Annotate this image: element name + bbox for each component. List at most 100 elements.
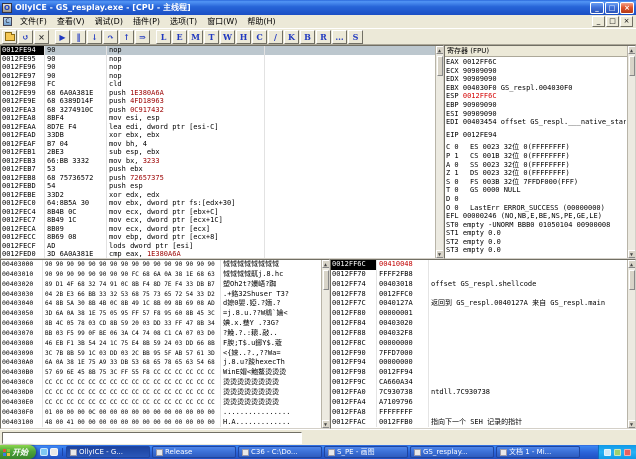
dump-row[interactable]: 004030A0 6A 0A 38 1E 75 A9 33 DB 53 68 65… bbox=[1, 358, 321, 369]
taskbar-task[interactable]: OllyICE - G... bbox=[66, 446, 150, 458]
security-icon[interactable] bbox=[624, 448, 631, 456]
scroll-up-icon[interactable]: ▲ bbox=[435, 46, 443, 54]
disasm-row[interactable]: 0012FED0 3D 6A0A381E cmp eax, 1E380A6A bbox=[1, 250, 435, 258]
scroll-up-icon[interactable]: ▲ bbox=[627, 46, 635, 54]
dump-row[interactable]: 00403080 46 EB F1 3B 54 24 1C 75 E4 8B 59… bbox=[1, 338, 321, 349]
register-edx[interactable]: EDX 90909090 bbox=[446, 75, 626, 84]
memory-dump-pane[interactable]: 00403000 90 90 90 90 90 90 90 90 90 90 90… bbox=[0, 259, 330, 429]
taskbar-task[interactable]: GS_resplay... bbox=[410, 446, 494, 458]
breakpoints-button[interactable]: B bbox=[300, 29, 315, 44]
internet-explorer-icon[interactable] bbox=[40, 448, 48, 456]
disasm-row[interactable]: 0012FEB7 53 push ebx bbox=[1, 165, 435, 174]
log-window-button[interactable]: L bbox=[156, 29, 171, 44]
dump-row[interactable]: 00403010 90 90 90 90 90 90 90 90 FC 68 6A… bbox=[1, 269, 321, 280]
dump-row[interactable]: 00403070 BB 03 F5 99 0F BE 06 3A C4 74 08… bbox=[1, 328, 321, 339]
disasm-row[interactable]: 0012FECF AD lods dword ptr [esi] bbox=[1, 241, 435, 250]
stack-pane[interactable]: 0012FF6C 00410048 0012FF70 FFFF2FB8 0012FF74… bbox=[330, 259, 636, 429]
dump-row[interactable]: 00403090 3C 7B 8B 59 1C 03 DD 03 2C BB 95… bbox=[1, 348, 321, 359]
flag-line[interactable]: P 1 CS 001B 32位 0(FFFFFFFF) bbox=[446, 152, 626, 161]
network-icon[interactable] bbox=[614, 448, 621, 456]
mdi-close-button[interactable]: × bbox=[620, 16, 633, 27]
stack-row[interactable]: 0012FF7C 0040127A 返回到 GS_respl.0040127A 来自… bbox=[331, 299, 627, 310]
menu-item-2[interactable]: 调试(D) bbox=[90, 16, 128, 27]
menu-item-1[interactable]: 查看(V) bbox=[52, 16, 90, 27]
dump-row[interactable]: 004030D0 CC CC CC CC CC CC CC CC CC CC CC… bbox=[1, 387, 321, 398]
stack-row[interactable]: 0012FFAC 0012FFB0 指向下一个 SEH 记录的指针 bbox=[331, 417, 627, 428]
disassembly-pane[interactable]: 0012FE94 90 nop 0012FE95 90 nop 0012FE96 90 nop 0… bbox=[0, 45, 444, 259]
scroll-up-icon[interactable]: ▲ bbox=[321, 260, 329, 268]
taskbar-task[interactable]: 文档 1 - Mi... bbox=[496, 446, 580, 458]
dump-row[interactable]: 004030E0 CC CC CC CC CC CC CC CC CC CC CC… bbox=[1, 397, 321, 408]
cpu-button[interactable]: C bbox=[252, 29, 267, 44]
step-over-icon[interactable]: ↷ bbox=[103, 29, 118, 44]
disasm-row[interactable]: 0012FEB1 2BE3 sub esp, ebx bbox=[1, 148, 435, 157]
stack-row[interactable]: 0012FF88 004032F8 bbox=[331, 328, 627, 339]
memory-map-button[interactable]: M bbox=[188, 29, 203, 44]
disasm-row[interactable]: 0012FEA8 8BF4 mov esi, esp bbox=[1, 114, 435, 123]
flag-line[interactable]: O 0 LastErr ERROR_SUCCESS (00000000) bbox=[446, 204, 626, 213]
stack-row[interactable]: 0012FFA0 7C930738 ntdll.7C930738 bbox=[331, 387, 627, 398]
disasm-row[interactable]: 0012FE95 90 nop bbox=[1, 54, 435, 63]
dump-row[interactable]: 004030C0 CC CC CC CC CC CC CC CC CC CC CC… bbox=[1, 378, 321, 388]
disasm-row[interactable]: 0012FECC 8B69 08 mov ebp, dword ptr [ecx+8… bbox=[1, 233, 435, 242]
mdi-minimize-button[interactable]: _ bbox=[592, 16, 605, 27]
fpu-st3[interactable]: ST3 empty 0.0 bbox=[446, 246, 626, 255]
disasm-row[interactable]: 0012FEC7 8B49 1C mov ecx, dword ptr [ecx+1… bbox=[1, 216, 435, 225]
scroll-thumb[interactable] bbox=[628, 270, 635, 290]
dump-row[interactable]: 004030B0 57 69 6E 45 8B 75 3C FF 55 F8 CC… bbox=[1, 368, 321, 379]
source-button[interactable]: S bbox=[348, 29, 363, 44]
stack-row[interactable]: 0012FF80 00000001 bbox=[331, 309, 627, 320]
open-file-icon[interactable] bbox=[2, 29, 17, 44]
register-eip[interactable]: EIP 0012FE94 bbox=[446, 131, 626, 140]
run-trace-button[interactable]: ... bbox=[332, 29, 347, 44]
dump-row[interactable]: 00403000 90 90 90 90 90 90 90 90 90 90 90… bbox=[1, 260, 321, 270]
stack-row[interactable]: 0012FF6C 00410048 bbox=[331, 260, 627, 270]
stack-row[interactable]: 0012FFA8 FFFFFFFF bbox=[331, 407, 627, 418]
disasm-row[interactable]: 0012FEB3 66:BB 3332 mov bx, 3233 bbox=[1, 156, 435, 165]
disasm-row[interactable]: 0012FEAD 33DB xor ebx, ebx bbox=[1, 131, 435, 140]
go-to-address-icon[interactable]: ⇒ bbox=[135, 29, 150, 44]
stack-row[interactable]: 0012FFA4 A7109796 bbox=[331, 397, 627, 408]
dump-row[interactable]: 00403030 04 2B E3 66 BB 33 32 53 68 75 73… bbox=[1, 289, 321, 300]
disasm-row[interactable]: 0012FE9E 68 6389D14F push 4FD18963 bbox=[1, 97, 435, 106]
maximize-button[interactable]: □ bbox=[605, 1, 619, 14]
restart-icon[interactable]: ↺ bbox=[18, 29, 33, 44]
taskbar-task[interactable]: Release bbox=[152, 446, 236, 458]
flag-line[interactable]: D 0 bbox=[446, 195, 626, 204]
pause-icon[interactable]: ‖ bbox=[71, 29, 86, 44]
menu-item-4[interactable]: 选项(T) bbox=[165, 16, 202, 27]
register-ecx[interactable]: ECX 90909090 bbox=[446, 67, 626, 76]
references-button[interactable]: R bbox=[316, 29, 331, 44]
disasm-row[interactable]: 0012FEC0 64:8B5A 30 mov ebx, dword ptr fs:… bbox=[1, 199, 435, 208]
menu-item-6[interactable]: 帮助(H) bbox=[242, 16, 280, 27]
register-esp[interactable]: ESP 0012FF6C bbox=[446, 92, 626, 101]
call-stack-button[interactable]: K bbox=[284, 29, 299, 44]
cpu-window-icon[interactable]: C bbox=[3, 17, 12, 26]
scroll-down-icon[interactable]: ▼ bbox=[435, 250, 443, 258]
threads-button[interactable]: T bbox=[204, 29, 219, 44]
stack-row[interactable]: 0012FF90 7FFD7000 bbox=[331, 348, 627, 359]
scroll-down-icon[interactable]: ▼ bbox=[627, 250, 635, 258]
close-button[interactable]: × bbox=[620, 1, 634, 14]
menu-item-3[interactable]: 插件(P) bbox=[128, 16, 165, 27]
menu-item-0[interactable]: 文件(F) bbox=[15, 16, 52, 27]
scroll-up-icon[interactable]: ▲ bbox=[627, 260, 635, 268]
volume-icon[interactable] bbox=[604, 448, 611, 456]
stack-row[interactable]: 0012FF8C 00000000 bbox=[331, 338, 627, 349]
flag-line[interactable]: C 0 ES 0023 32位 0(FFFFFFFF) bbox=[446, 143, 626, 152]
flag-line[interactable]: T 0 GS 0000 NULL bbox=[446, 186, 626, 195]
fpu-st1[interactable]: ST1 empty 0.0 bbox=[446, 229, 626, 238]
fpu-st2[interactable]: ST2 empty 0.0 bbox=[446, 238, 626, 247]
execute-till-return-icon[interactable]: ↑ bbox=[119, 29, 134, 44]
run-icon[interactable]: ▶ bbox=[55, 29, 70, 44]
register-ebx[interactable]: EBX 004030F0 GS_respl.004030F0 bbox=[446, 84, 626, 93]
efl-register[interactable]: EFL 00000246 (NO,NB,E,BE,NS,PE,GE,LE) bbox=[446, 212, 626, 221]
stack-row[interactable]: 0012FF84 00403020 bbox=[331, 319, 627, 329]
stack-row[interactable]: 0012FF74 00403018 offset GS_respl.shellcod… bbox=[331, 279, 627, 290]
disasm-row[interactable]: 0012FE97 90 nop bbox=[1, 71, 435, 80]
registers-scrollbar[interactable]: ▲ ▼ bbox=[627, 46, 635, 258]
step-into-icon[interactable]: ↓ bbox=[87, 29, 102, 44]
dump-row[interactable]: 00403060 8B 4C 05 78 03 CD 8B 59 20 03 DD… bbox=[1, 319, 321, 329]
register-esi[interactable]: ESI 90909090 bbox=[446, 110, 626, 119]
scroll-thumb[interactable] bbox=[322, 270, 329, 290]
